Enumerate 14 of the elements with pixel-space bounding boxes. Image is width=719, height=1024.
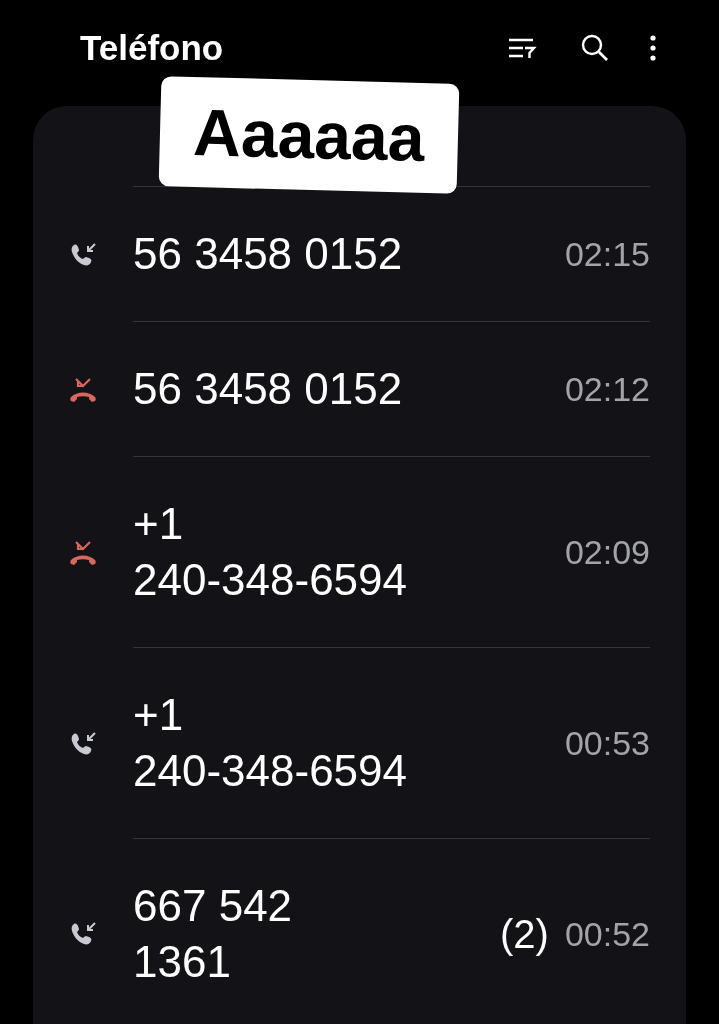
call-time: 02:09 — [564, 532, 650, 572]
phone-number[interactable]: +1 240-348-6594 — [133, 687, 463, 799]
call-time: 02:12 — [564, 369, 650, 409]
call-time: 00:52 — [564, 914, 650, 954]
more-options-icon[interactable] — [647, 32, 659, 64]
phone-number[interactable]: 56 3458 0152 — [133, 226, 403, 282]
phone-number[interactable]: 667 542 1361 — [133, 878, 383, 990]
call-time: 00:53 — [564, 723, 650, 763]
sticker-label: Aaaaaa — [158, 76, 460, 194]
phone-number[interactable]: +1 240-348-6594 — [133, 496, 463, 608]
call-count: (2) — [500, 911, 549, 957]
call-time: 02:15 — [564, 234, 650, 274]
phone-number[interactable]: 56 3458 0152 — [133, 361, 403, 417]
app-title: Teléfono — [80, 28, 225, 68]
